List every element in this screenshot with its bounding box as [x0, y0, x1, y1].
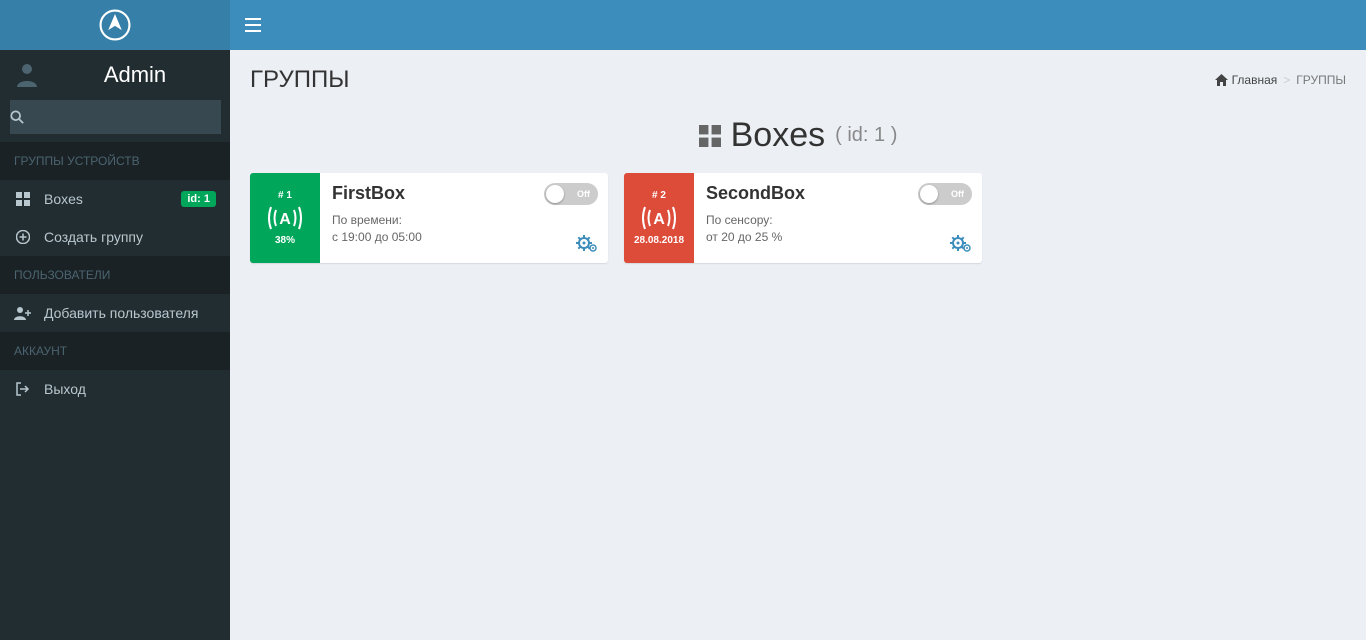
grid-icon — [14, 192, 32, 206]
card-settings[interactable] — [950, 235, 972, 253]
group-title: Boxes ( id: 1 ) — [230, 102, 1366, 173]
card-toggle[interactable]: Off — [544, 183, 598, 205]
toggle-knob — [920, 185, 938, 203]
hamburger-toggle[interactable] — [245, 18, 261, 32]
topbar — [230, 0, 1366, 50]
search-button[interactable] — [10, 100, 24, 134]
svg-text:A: A — [653, 211, 665, 228]
sidebar-item-label: Создать группу — [44, 229, 216, 245]
card-icon-panel: # 2 A 28.08.2018 — [624, 173, 694, 263]
username: Admin — [52, 62, 218, 88]
sidebar-item-badge: id: 1 — [181, 191, 216, 207]
user-plus-icon — [14, 306, 32, 320]
hamburger-icon — [245, 18, 261, 32]
svg-text:A: A — [279, 211, 291, 228]
card-tag: # 2 — [652, 190, 666, 201]
sidebar-item-label: Выход — [44, 381, 216, 397]
card-body: FirstBox По времени: с 19:00 до 05:00 Of… — [320, 173, 608, 263]
device-card[interactable]: # 1 A 38% FirstBox По времени: с 19:00 д… — [250, 173, 608, 263]
group-id: ( id: 1 ) — [835, 124, 897, 147]
card-desc: По сенсору: от 20 до 25 % — [706, 212, 970, 246]
sidebar-search — [0, 100, 230, 142]
gears-icon — [950, 235, 972, 253]
page-title: ГРУППЫ — [250, 66, 349, 94]
toggle-knob — [546, 185, 564, 203]
sidebar-item-logout[interactable]: Выход — [0, 370, 230, 408]
antenna-icon: A — [639, 203, 679, 233]
home-icon — [1215, 74, 1228, 86]
sidebar-section-users: ПОЛЬЗОВАТЕЛИ — [0, 256, 230, 294]
sidebar-item-create-group[interactable]: Создать группу — [0, 218, 230, 256]
card-desc-label: По сенсору: — [706, 212, 970, 229]
group-name: Boxes — [731, 116, 826, 155]
card-desc-value: с 19:00 до 05:00 — [332, 229, 596, 246]
toggle-label: Off — [577, 189, 590, 199]
sidebar-item-label: Boxes — [44, 191, 169, 207]
toggle-label: Off — [951, 189, 964, 199]
sidebar-item-label: Добавить пользователя — [44, 305, 216, 321]
cards-container: # 1 A 38% FirstBox По времени: с 19:00 д… — [230, 173, 1366, 263]
main: ГРУППЫ Главная > ГРУППЫ Boxes ( id: 1 ) … — [230, 0, 1366, 640]
card-body: SecondBox По сенсору: от 20 до 25 % Off — [694, 173, 982, 263]
compass-icon — [98, 8, 132, 42]
breadcrumb-home[interactable]: Главная — [1215, 73, 1278, 87]
search-input[interactable] — [24, 100, 221, 134]
logout-icon — [14, 382, 32, 396]
grid-icon — [699, 125, 721, 147]
card-desc-label: По времени: — [332, 212, 596, 229]
antenna-icon: A — [265, 203, 305, 233]
breadcrumb-separator: > — [1283, 73, 1290, 87]
card-sub: 28.08.2018 — [634, 235, 684, 246]
card-toggle[interactable]: Off — [918, 183, 972, 205]
card-icon-panel: # 1 A 38% — [250, 173, 320, 263]
sidebar-section-account: АККАУНТ — [0, 332, 230, 370]
sidebar-item-boxes[interactable]: Boxes id: 1 — [0, 180, 230, 218]
sidebar-user: Admin — [0, 50, 230, 100]
card-tag: # 1 — [278, 190, 292, 201]
plus-circle-icon — [14, 230, 32, 244]
breadcrumb: Главная > ГРУППЫ — [1215, 73, 1346, 87]
sidebar: Admin ГРУППЫ УСТРОЙСТВ Boxes id: 1 Созда… — [0, 0, 230, 640]
breadcrumb-current: ГРУППЫ — [1296, 73, 1346, 87]
breadcrumb-home-label: Главная — [1232, 73, 1278, 87]
device-card[interactable]: # 2 A 28.08.2018 SecondBox По сенсору: о… — [624, 173, 982, 263]
sidebar-item-add-user[interactable]: Добавить пользователя — [0, 294, 230, 332]
card-desc: По времени: с 19:00 до 05:00 — [332, 212, 596, 246]
search-icon — [10, 110, 24, 124]
content-header: ГРУППЫ Главная > ГРУППЫ — [230, 50, 1366, 102]
logo[interactable] — [0, 0, 230, 50]
sidebar-section-groups: ГРУППЫ УСТРОЙСТВ — [0, 142, 230, 180]
gears-icon — [576, 235, 598, 253]
card-sub: 38% — [275, 235, 295, 246]
card-settings[interactable] — [576, 235, 598, 253]
user-icon — [12, 63, 42, 87]
card-desc-value: от 20 до 25 % — [706, 229, 970, 246]
